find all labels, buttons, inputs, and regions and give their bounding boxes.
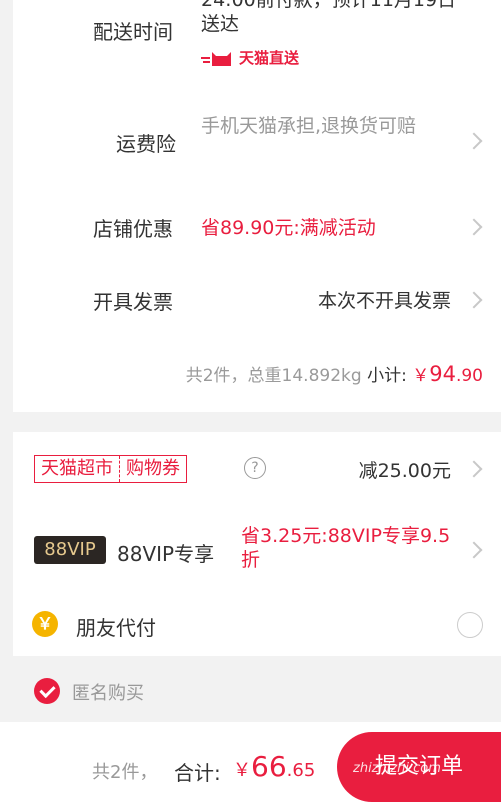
yen-coin-icon: ￥ xyxy=(32,611,58,637)
tmall-direct-badge: 天猫直送 xyxy=(201,47,299,68)
anonymous-purchase-label: 匿名购买 xyxy=(72,683,144,704)
tmall-direct-text: 天猫直送 xyxy=(239,49,300,67)
shipping-insurance-text: 手机天猫承担,退换货可赔 xyxy=(201,115,417,137)
discount-card: 天猫超市 购物券 ? 减25.00元 88VIP 88VIP专享 省3.25元:… xyxy=(13,432,501,656)
tmall-supermarket-voucher-badge: 天猫超市 购物券 xyxy=(34,455,187,483)
subtotal-dec: .90 xyxy=(455,366,483,386)
invoice-text: 本次不开具发票 xyxy=(317,290,451,312)
voucher-label: 购物券 xyxy=(126,458,180,479)
shipping-insurance-label: 运费险 xyxy=(116,132,176,156)
total-int: 66 xyxy=(251,750,287,783)
store-discount-row[interactable]: 店铺优惠 省89.90元:满减活动 xyxy=(13,196,501,256)
total-dec: .65 xyxy=(286,760,316,781)
subtotal-summary: 共2件，总重14.892kg xyxy=(185,366,362,386)
delivery-time-line2: 送达 xyxy=(201,13,240,35)
item-count: 共2件， xyxy=(92,762,158,783)
store-discount-text: 省89.90元:满减活动 xyxy=(201,217,376,239)
chevron-right-icon xyxy=(465,132,483,150)
tmall-cat-icon xyxy=(201,51,231,66)
total-label: 合计: xyxy=(174,761,221,785)
subtotal-currency: ￥ xyxy=(412,366,430,386)
invoice-row[interactable]: 开具发票 本次不开具发票 xyxy=(13,270,501,330)
vip-row[interactable]: 88VIP 88VIP专享 省3.25元:88VIP专享9.5折 xyxy=(13,504,501,592)
watermark: zhizhizhi.com xyxy=(353,761,441,776)
help-icon[interactable]: ? xyxy=(244,457,266,479)
vip-badge-icon: 88VIP xyxy=(34,536,106,564)
total-amount: ￥66.65 xyxy=(233,750,315,783)
voucher-value: 减25.00元 xyxy=(358,460,451,482)
subtotal-label: 小计: xyxy=(367,366,407,386)
subtotal-int: 94 xyxy=(429,362,456,386)
delivery-time-row: 配送时间 24:00前付款，预计11月19日 送达 天猫直送 xyxy=(13,0,501,80)
total-currency: ￥ xyxy=(233,760,251,781)
vip-label: 88VIP专享 xyxy=(117,542,215,566)
delivery-time-label: 配送时间 xyxy=(93,20,173,44)
tmall-supermarket-label: 天猫超市 xyxy=(41,458,113,479)
order-shipping-card: 配送时间 24:00前付款，预计11月19日 送达 天猫直送 运费险 手机天猫承… xyxy=(13,0,501,412)
vip-value: 省3.25元:88VIP专享9.5折 xyxy=(241,525,451,571)
check-circle-icon[interactable] xyxy=(34,678,60,704)
voucher-row[interactable]: 天猫超市 购物券 ? 减25.00元 xyxy=(13,432,501,504)
friend-pay-label: 朋友代付 xyxy=(76,616,156,640)
delivery-time-line1: 24:00前付款，预计11月19日 xyxy=(201,0,457,11)
friend-pay-radio[interactable] xyxy=(457,612,483,638)
chevron-right-icon xyxy=(465,218,483,236)
store-discount-label: 店铺优惠 xyxy=(93,217,173,241)
shipping-insurance-row[interactable]: 运费险 手机天猫承担,退换货可赔 xyxy=(13,100,501,180)
subtotal: 共2件，总重14.892kg 小计: ￥94.90 xyxy=(186,361,483,386)
chevron-right-icon xyxy=(465,460,483,478)
chevron-right-icon xyxy=(465,541,483,559)
delivery-time-text: 24:00前付款，预计11月19日 送达 xyxy=(201,0,456,36)
anonymous-purchase-row[interactable]: 匿名购买 xyxy=(0,656,501,722)
chevron-right-icon xyxy=(465,291,483,309)
invoice-label: 开具发票 xyxy=(93,290,173,314)
